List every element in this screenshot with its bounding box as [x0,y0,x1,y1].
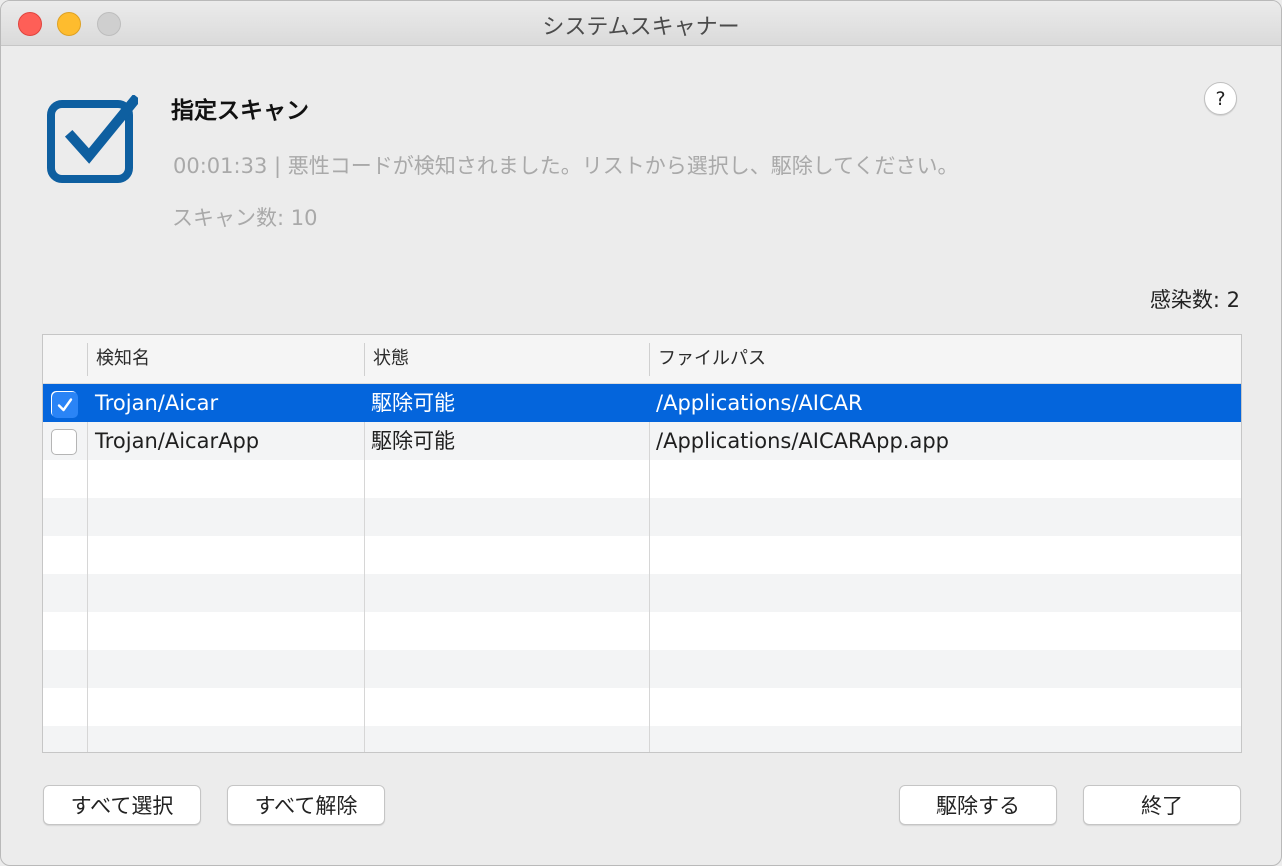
column-gridline [649,422,650,752]
scan-title: 指定スキャン [171,98,309,124]
table-body: Trojan/Aicar 駆除可能 /Applications/AICAR Tr… [43,384,1241,752]
table-row[interactable]: Trojan/AicarApp 駆除可能 /Applications/AICAR… [43,422,1241,460]
table-row[interactable]: Trojan/Aicar 駆除可能 /Applications/AICAR [43,384,1241,422]
select-all-button[interactable]: すべて選択 [43,785,201,825]
empty-row [43,498,1241,536]
status-cell: 駆除可能 [371,391,455,415]
remove-button[interactable]: 駆除する [899,785,1057,825]
finish-button[interactable]: 終了 [1083,785,1241,825]
column-header-status[interactable]: 状態 [364,335,409,384]
deselect-all-button[interactable]: すべて解除 [227,785,385,825]
empty-row [43,726,1241,752]
detection-name-cell: Trojan/Aicar [95,391,219,415]
empty-row [43,612,1241,650]
empty-row [43,460,1241,498]
checkbox-check-icon [47,95,138,183]
file-path-cell: /Applications/AICARApp.app [656,429,949,453]
checkmark-icon [52,392,78,418]
empty-row [43,574,1241,612]
row-checkbox[interactable] [51,429,77,455]
status-cell: 駆除可能 [371,429,455,453]
column-divider [87,343,88,376]
detection-name-cell: Trojan/AicarApp [95,429,260,453]
column-header-detection-name[interactable]: 検知名 [87,335,150,384]
column-divider [649,343,650,376]
title-bar[interactable]: システムスキャナー [1,1,1281,46]
column-gridline [364,422,365,752]
column-divider [364,343,365,376]
detection-table[interactable]: 検知名 状態 ファイルパス Trojan/Aicar 駆除可能 /Applica… [42,334,1242,753]
scan-status-text: 00:01:33 | 悪性コードが検知されました。リストから選択し、駆除してくだ… [173,154,959,178]
empty-row [43,536,1241,574]
table-header: 検知名 状態 ファイルパス [43,335,1241,384]
help-button[interactable]: ? [1204,82,1237,115]
scan-count: スキャン数: 10 [172,206,318,230]
window-title: システムスキャナー [542,15,740,40]
infected-count: 感染数: 2 [1149,288,1240,312]
help-label: ? [1215,87,1226,110]
scanner-window: システムスキャナー ? 指定スキャン 00:01:33 | 悪性コードが検知され… [0,0,1282,866]
file-path-cell: /Applications/AICAR [656,391,863,415]
row-checkbox[interactable] [51,391,78,418]
empty-row [43,688,1241,726]
empty-row [43,650,1241,688]
column-gridline [87,422,88,752]
column-header-file-path[interactable]: ファイルパス [649,335,766,384]
